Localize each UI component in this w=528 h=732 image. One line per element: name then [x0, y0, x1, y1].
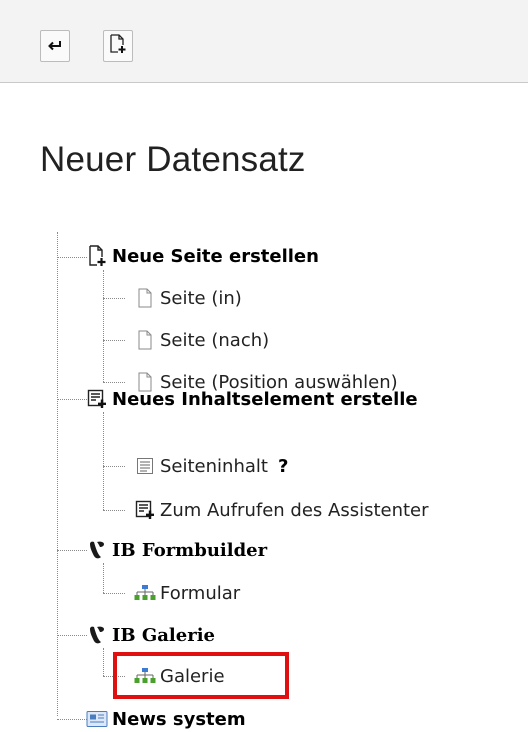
- tree-item-page-after[interactable]: Seite (nach): [134, 327, 269, 353]
- tree-item-wizard[interactable]: Zum Aufrufen des Assistenter: [134, 497, 429, 523]
- typo3-extension-icon: [86, 624, 108, 646]
- new-record-tree: Neue Seite erstellen Seite (in) Seite (n…: [0, 0, 528, 731]
- tree-branch-line: [57, 635, 87, 636]
- tree-item-label: IB Galerie: [112, 624, 215, 646]
- typo3-extension-icon: [86, 539, 108, 561]
- tree-item-new-page[interactable]: Neue Seite erstellen: [86, 243, 319, 269]
- new-page-icon: [86, 245, 108, 267]
- tree-branch-line: [103, 298, 125, 299]
- tree-item-formbuilder[interactable]: IB Formbuilder: [86, 537, 267, 563]
- content-element-icon: [134, 499, 156, 521]
- content-element-icon: [86, 388, 108, 410]
- tree-item-galerie-ext[interactable]: IB Galerie: [86, 622, 215, 648]
- tree-branch-line: [103, 510, 125, 511]
- text-lines-icon: [134, 455, 156, 477]
- news-icon: [86, 708, 108, 730]
- tree-sub-line: [103, 563, 104, 593]
- tree-item-news[interactable]: News system: [86, 706, 246, 732]
- tree-trunk-line: [57, 232, 58, 716]
- tree-branch-line: [57, 719, 87, 720]
- highlight-box: [113, 652, 289, 699]
- tree-branch-line: [103, 466, 125, 467]
- tree-item-new-content[interactable]: Neues Inhaltselement erstelle: [86, 386, 418, 412]
- sitemap-icon: [134, 582, 156, 604]
- tree-branch-line: [57, 257, 87, 258]
- tree-branch-line: [103, 593, 125, 594]
- tree-item-label: News system: [112, 708, 246, 730]
- tree-item-label: Formular: [160, 582, 241, 604]
- tree-item-label: Seiteninhalt: [160, 455, 268, 477]
- tree-item-label: Neue Seite erstellen: [112, 245, 319, 267]
- tree-branch-line: [57, 550, 87, 551]
- tree-item-formular[interactable]: Formular: [134, 580, 240, 606]
- tree-item-page-content[interactable]: Seiteninhalt ?: [134, 453, 288, 479]
- help-marker[interactable]: ?: [278, 456, 288, 477]
- tree-item-label: Neues Inhaltselement erstelle: [112, 388, 418, 410]
- tree-branch-line: [103, 382, 125, 383]
- tree-item-label: Seite (nach): [160, 329, 270, 351]
- tree-sub-line: [103, 648, 104, 676]
- tree-branch-line: [103, 340, 125, 341]
- tree-item-label: IB Formbuilder: [112, 539, 268, 561]
- page-icon: [134, 329, 156, 351]
- tree-sub-line: [103, 270, 104, 382]
- tree-branch-line: [57, 399, 87, 400]
- tree-item-page-in[interactable]: Seite (in): [134, 285, 242, 311]
- page-icon: [134, 287, 156, 309]
- tree-item-label: Zum Aufrufen des Assistenter: [160, 499, 429, 521]
- tree-item-label: Seite (in): [160, 287, 242, 309]
- tree-sub-line: [103, 412, 104, 510]
